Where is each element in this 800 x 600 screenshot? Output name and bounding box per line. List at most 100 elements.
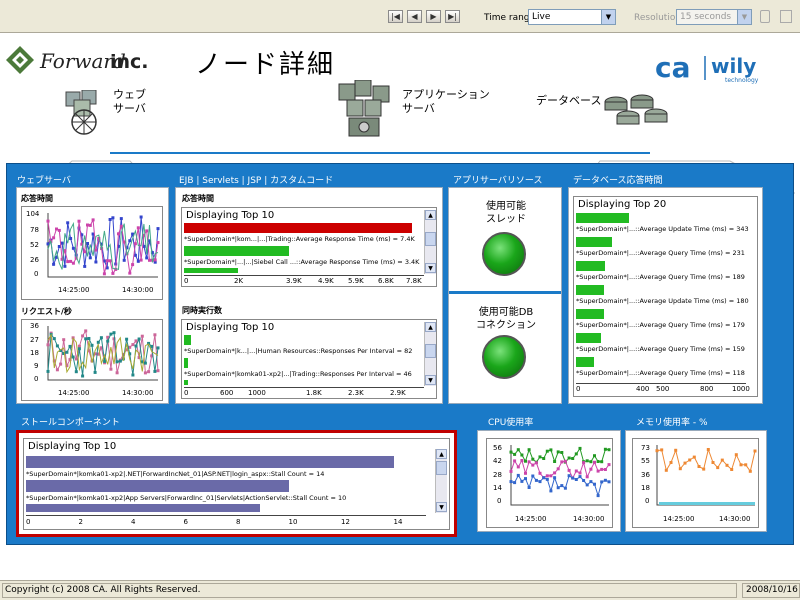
x-tick: 14:30:00 xyxy=(573,515,605,523)
scrollbar[interactable]: ▲ ▼ xyxy=(424,210,436,274)
time-range-select[interactable]: Live ▼ xyxy=(528,9,616,25)
series-point xyxy=(545,474,549,478)
scroll-thumb[interactable] xyxy=(425,344,436,358)
series-point xyxy=(678,467,682,471)
series-point xyxy=(137,337,141,341)
series-point xyxy=(112,331,116,335)
x-tick: 14:30:00 xyxy=(122,389,154,397)
series-point xyxy=(748,469,752,473)
memory-chart: 73 55 36 18 0 14:25:00 14:30:00 xyxy=(632,438,759,528)
bar xyxy=(184,335,191,345)
series-point xyxy=(93,370,97,374)
threads-status-icon xyxy=(482,232,526,276)
series-point xyxy=(66,260,70,264)
series-point xyxy=(578,471,582,475)
db-response-title: データベース応答時間 xyxy=(573,176,663,186)
series-point xyxy=(531,474,535,478)
series-point xyxy=(538,471,542,475)
bar-label: *SuperDomain*|...::Average Query Time (m… xyxy=(576,249,745,257)
bar-label: *SuperDomain*|...::Average Update Time (… xyxy=(576,225,749,233)
series-point xyxy=(153,333,157,337)
scroll-down-icon[interactable]: ▼ xyxy=(425,375,436,385)
bar-label: *SuperDomain*|komka01-xp2|.NET|ForwardIn… xyxy=(26,470,325,478)
bar xyxy=(184,223,412,233)
series-point xyxy=(148,258,151,262)
series-point xyxy=(128,271,132,275)
series-point xyxy=(145,256,149,260)
technology-text: technology xyxy=(725,77,759,84)
scroll-thumb[interactable] xyxy=(425,232,436,246)
forward-logo: Forward inc. xyxy=(6,46,149,74)
series-point xyxy=(86,242,89,245)
series-point xyxy=(111,271,115,275)
first-page-icon[interactable]: |◀ xyxy=(388,10,403,23)
y-tick: 42 xyxy=(493,457,502,465)
stall-chart: Displaying Top 10 *SuperDomain*|komka01-… xyxy=(23,438,450,530)
ca-text: ca xyxy=(655,51,691,84)
series-point xyxy=(122,258,126,262)
series-point xyxy=(87,337,91,340)
series-point xyxy=(147,370,151,374)
series-point xyxy=(538,455,542,459)
series-point xyxy=(115,371,119,375)
x-tick: 6 xyxy=(183,518,188,526)
x-tick: 2.9K xyxy=(390,389,406,397)
resolution-select[interactable]: 15 seconds ▼ xyxy=(676,9,752,25)
db-response-panel: Displaying Top 20 *SuperDomain*|...::Ave… xyxy=(568,187,763,404)
series-point xyxy=(513,452,517,456)
series-point xyxy=(131,373,135,377)
bar-label: *SuperDomain*|...::Average Query Time (m… xyxy=(576,273,745,281)
bar-label: *SuperDomain*|...::Average Query Time (m… xyxy=(576,321,745,329)
company-suffix: inc. xyxy=(110,51,149,73)
series-point xyxy=(55,368,59,372)
series-point xyxy=(140,334,144,338)
bar-label: *SuperDomain*|kom...|...|Trading::Averag… xyxy=(184,235,415,243)
axis-line xyxy=(656,445,755,506)
lock-icon[interactable] xyxy=(760,10,770,23)
series-point xyxy=(571,476,575,480)
series-point xyxy=(84,329,88,333)
series-point xyxy=(711,461,715,464)
x-tick: 6.8K xyxy=(378,277,394,285)
x-tick: 12 xyxy=(341,518,350,526)
web-server-panel: 応答時間 104 78 52 26 0 14:25:00 14:30:00 リク… xyxy=(16,187,169,404)
series-point xyxy=(603,468,607,471)
series-point xyxy=(156,241,160,244)
bar xyxy=(576,333,601,343)
scroll-up-icon[interactable]: ▲ xyxy=(425,210,436,220)
series-point xyxy=(77,219,81,223)
last-page-icon[interactable]: ▶| xyxy=(445,10,460,23)
series-point xyxy=(560,451,564,454)
copyright-text: Copyright (c) 2008 CA. All Rights Reserv… xyxy=(2,583,737,598)
app-server-icon xyxy=(338,80,390,137)
series-point xyxy=(46,369,50,373)
app-resources-panel: 使用可能 スレッド 使用可能DB コネクション xyxy=(448,187,562,404)
next-icon[interactable]: ▶ xyxy=(426,10,441,23)
series-point xyxy=(593,482,596,486)
scrollbar[interactable]: ▲ ▼ xyxy=(424,322,436,386)
bar xyxy=(576,357,595,367)
scroll-up-icon[interactable]: ▲ xyxy=(436,449,447,459)
display-top-label: Displaying Top 10 xyxy=(28,441,117,452)
requests-label: リクエスト/秒 xyxy=(21,307,72,316)
settings-icon[interactable] xyxy=(780,10,792,23)
status-bar: Copyright (c) 2008 CA. All Rights Reserv… xyxy=(0,580,800,600)
scrollbar[interactable]: ▲ ▼ xyxy=(435,449,447,513)
resolution-value: 15 seconds xyxy=(680,12,732,22)
scroll-down-icon[interactable]: ▼ xyxy=(425,263,436,273)
chevron-down-icon: ▼ xyxy=(601,10,615,24)
series-point xyxy=(669,461,673,464)
series-point xyxy=(567,468,571,472)
previous-icon[interactable]: ◀ xyxy=(407,10,422,23)
series-point xyxy=(524,477,527,481)
x-tick: 500 xyxy=(656,385,670,393)
scroll-down-icon[interactable]: ▼ xyxy=(436,502,447,512)
x-tick: 0 xyxy=(184,389,189,397)
series-point xyxy=(62,338,66,342)
series-point xyxy=(55,227,58,231)
scroll-thumb[interactable] xyxy=(436,461,447,475)
x-tick: 14 xyxy=(393,518,403,526)
series-point xyxy=(143,361,147,365)
scroll-up-icon[interactable]: ▲ xyxy=(425,322,436,332)
series-point xyxy=(582,461,586,465)
